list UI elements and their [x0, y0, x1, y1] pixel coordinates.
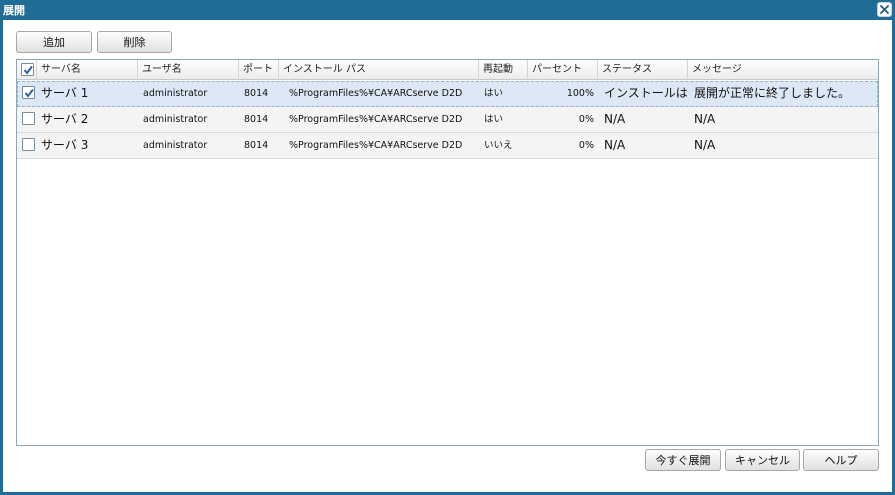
reboot: はい [484, 88, 504, 99]
server-grid: サーバ名 ユーザ名 ポート インストール パス 再起動 パーセント ステータス … [16, 59, 879, 446]
install-path: %ProgramFiles%¥CA¥ARCserve D2D [289, 114, 463, 125]
install-path: %ProgramFiles%¥CA¥ARCserve D2D [289, 140, 463, 151]
close-icon [880, 5, 889, 14]
header-checkbox-cell [17, 60, 37, 80]
column-header-install-path[interactable]: インストール パス [279, 60, 479, 80]
column-header-port[interactable]: ポート [239, 60, 279, 80]
column-header-user[interactable]: ユーザ名 [138, 60, 239, 80]
delete-button[interactable]: 削除 [97, 31, 172, 53]
window-titlebar: 展開 [0, 0, 895, 20]
select-all-checkbox[interactable] [21, 63, 34, 76]
message: 展開が正常に終了しました。 [694, 86, 851, 100]
port: 8014 [244, 88, 269, 99]
column-header-message[interactable]: メッセージ [688, 60, 878, 80]
row-checkbox[interactable] [22, 112, 35, 125]
message: N/A [694, 112, 716, 126]
status: N/A [604, 138, 626, 152]
status: インストールは正… [604, 86, 688, 100]
checkmark-icon [24, 88, 34, 98]
column-header-reboot[interactable]: 再起動 [479, 60, 528, 80]
add-button[interactable]: 追加 [16, 31, 92, 53]
table-row[interactable]: サーバ 2 administrator 8014 %ProgramFiles%¥… [17, 107, 878, 133]
grid-header: サーバ名 ユーザ名 ポート インストール パス 再起動 パーセント ステータス … [17, 60, 878, 80]
reboot: いいえ [484, 140, 513, 151]
percent: 0% [578, 140, 594, 151]
row-checkbox[interactable] [22, 138, 35, 151]
table-row[interactable]: サーバ 3 administrator 8014 %ProgramFiles%¥… [17, 133, 878, 159]
close-button[interactable] [877, 2, 892, 17]
checkmark-icon [23, 65, 33, 75]
column-header-percent[interactable]: パーセント [528, 60, 598, 80]
help-button[interactable]: ヘルプ [803, 449, 879, 471]
port: 8014 [244, 140, 269, 151]
install-path: %ProgramFiles%¥CA¥ARCserve D2D [289, 88, 463, 99]
port: 8014 [244, 114, 269, 125]
server-name: サーバ 2 [41, 112, 89, 126]
message: N/A [694, 138, 716, 152]
user-name: administrator [143, 114, 208, 125]
column-header-status[interactable]: ステータス [598, 60, 688, 80]
reboot: はい [484, 114, 504, 125]
percent: 100% [566, 88, 594, 99]
column-header-server[interactable]: サーバ名 [37, 60, 138, 80]
cancel-button[interactable]: キャンセル [725, 449, 800, 471]
percent: 0% [578, 114, 594, 125]
deploy-now-button[interactable]: 今すぐ展開 [645, 449, 721, 471]
server-name: サーバ 1 [41, 86, 89, 100]
row-checkbox[interactable] [22, 86, 35, 99]
dialog-content: 追加 削除 サーバ名 ユーザ名 ポート インストール パス 再起動 パーセント … [3, 20, 892, 492]
window-title: 展開 [3, 4, 25, 17]
user-name: administrator [143, 140, 208, 151]
user-name: administrator [143, 88, 208, 99]
status: N/A [604, 112, 626, 126]
server-name: サーバ 3 [41, 138, 89, 152]
table-row[interactable]: サーバ 1 administrator 8014 %ProgramFiles%¥… [17, 81, 878, 107]
